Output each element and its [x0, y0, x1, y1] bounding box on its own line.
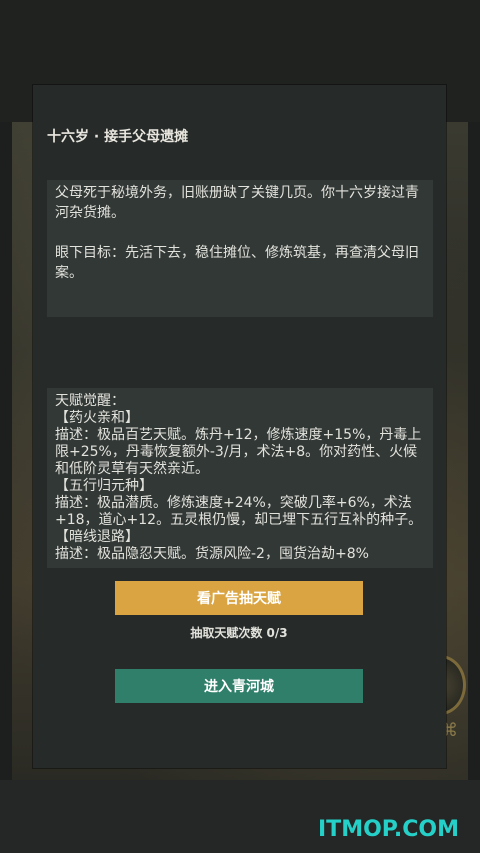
site-watermark: ITMOP.COM	[318, 817, 459, 842]
watch-ad-draw-talent-button[interactable]: 看广告抽天赋	[115, 581, 363, 615]
talent-heading: 天赋觉醒：	[55, 393, 125, 409]
talent-list-scroll[interactable]: 天赋觉醒： 【药火亲和】 描述：极品百艺天赋。炼丹+12，修炼速度+15%，丹毒…	[47, 388, 433, 568]
dialog-title: 十六岁 · 接手父母遗摊	[47, 129, 189, 145]
draw-count-label: 抽取天赋次数 0/3	[190, 626, 288, 640]
story-text-box: 父母死于秘境外务，旧账册缺了关键几页。你十六岁接过青河杂货摊。 眼下目标：先活下…	[47, 180, 433, 317]
talent-name: 【五行归元种】	[55, 478, 153, 494]
talent-description: 描述：极品隐忍天赋。货源风险-2，囤货治劫+8%	[55, 546, 369, 562]
talent-name: 【暗线退路】	[55, 529, 139, 545]
enter-city-button[interactable]: 进入青河城	[115, 669, 363, 703]
story-paragraph: 眼下目标：先活下去，稳住摊位、修炼筑基，再查清父母旧案。	[55, 245, 419, 281]
story-paragraph: 父母死于秘境外务，旧账册缺了关键几页。你十六岁接过青河杂货摊。	[55, 185, 419, 221]
talent-name: 【药火亲和】	[55, 410, 139, 426]
talent-description: 描述：极品百艺天赋。炼丹+12，修炼速度+15%，丹毒上限+25%，丹毒恢复额外…	[55, 427, 422, 477]
talent-description: 描述：极品潜质。修炼速度+24%，突破几率+6%，术法+18，道心+12。五灵根…	[55, 495, 423, 528]
